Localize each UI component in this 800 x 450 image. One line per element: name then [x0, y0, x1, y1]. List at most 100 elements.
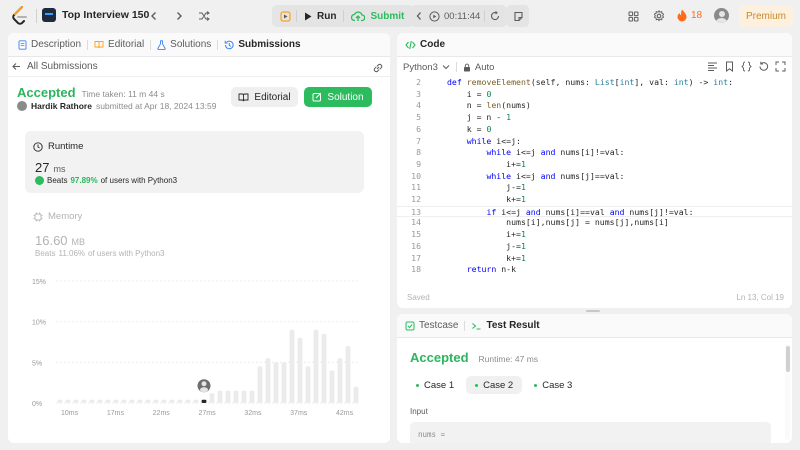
chart-bar[interactable] — [89, 399, 95, 403]
chart-bar[interactable] — [329, 370, 335, 403]
chart-bar[interactable] — [297, 337, 303, 403]
chart-bar[interactable] — [217, 390, 223, 403]
scrollbar-thumb[interactable] — [785, 346, 790, 372]
collapse-timer-icon[interactable] — [412, 5, 426, 27]
auto-mode-toggle[interactable]: Auto — [463, 62, 494, 73]
notes-icon[interactable] — [507, 5, 529, 27]
code-line[interactable]: 12 k+=1 — [397, 194, 792, 206]
code-line[interactable]: 4 n = len(nums) — [397, 100, 792, 112]
chart-bar[interactable] — [177, 399, 183, 403]
case-tab-1[interactable]: Case 1 — [407, 376, 463, 394]
line-number: 7 — [416, 135, 421, 146]
code-line[interactable]: 15 i+=1 — [397, 229, 792, 241]
debug-icon[interactable] — [274, 5, 296, 27]
all-submissions-link[interactable]: All Submissions — [12, 61, 98, 72]
tab-description[interactable]: Description — [14, 33, 85, 57]
tab-code[interactable]: Code — [401, 33, 449, 57]
code-line[interactable]: 10 while i<=j and nums[j]==val: — [397, 171, 792, 183]
leetcode-logo[interactable] — [11, 6, 31, 26]
streak-counter[interactable]: 18 — [677, 9, 702, 22]
code-line[interactable]: 16 j-=1 — [397, 241, 792, 253]
tab-submissions[interactable]: Submissions — [220, 33, 304, 57]
chart-bar[interactable] — [233, 390, 239, 403]
submit-button[interactable]: Submit — [344, 5, 411, 27]
layout-grid-icon[interactable] — [622, 5, 644, 27]
shuffle-icon[interactable] — [193, 5, 215, 27]
chart-bar[interactable] — [281, 362, 287, 403]
chart-bar[interactable] — [305, 366, 311, 403]
chart-bar[interactable] — [249, 390, 255, 403]
chart-bar[interactable] — [265, 358, 271, 403]
user-avatar[interactable] — [714, 8, 729, 23]
runtime-card[interactable]: Runtime 27 ms Beats 97.89% of users with… — [25, 131, 364, 193]
chart-bar[interactable] — [185, 399, 191, 403]
chart-bar[interactable] — [321, 333, 327, 403]
chart-bar[interactable] — [353, 386, 359, 403]
code-line[interactable]: 2 def removeElement(self, nums: List[int]… — [397, 77, 792, 89]
chart-bar[interactable] — [73, 399, 79, 403]
case-tab-3[interactable]: Case 3 — [525, 376, 581, 394]
code-line[interactable]: 9 i+=1 — [397, 159, 792, 171]
chart-bar[interactable] — [121, 399, 127, 403]
chart-bar[interactable] — [289, 329, 295, 403]
chart-bar[interactable] — [145, 399, 151, 403]
bookmark-icon[interactable] — [724, 61, 735, 75]
chart-bar[interactable] — [169, 399, 175, 403]
chart-bar[interactable] — [65, 399, 71, 403]
reset-code-icon[interactable] — [758, 61, 769, 75]
settings-gear-icon[interactable] — [648, 5, 670, 27]
prev-problem-icon[interactable] — [143, 5, 165, 27]
chart-bar[interactable] — [257, 366, 263, 403]
code-line[interactable]: 14 nums[i],nums[j] = nums[j],nums[i] — [397, 217, 792, 229]
code-line[interactable]: 11 j-=1 — [397, 182, 792, 194]
test-panel-scrollbar[interactable] — [785, 344, 790, 440]
chart-bar[interactable] — [81, 399, 87, 403]
solution-button[interactable]: Solution — [304, 87, 372, 107]
chart-bar[interactable] — [337, 358, 343, 403]
chart-bar[interactable] — [105, 399, 111, 403]
chart-bar[interactable] — [129, 399, 135, 403]
premium-button[interactable]: Premium — [739, 5, 793, 27]
chart-bar[interactable] — [345, 346, 351, 403]
study-plan-title[interactable]: Top Interview 150 — [42, 8, 149, 22]
code-line[interactable]: 18 return n-k — [397, 264, 792, 276]
tab-editorial[interactable]: Editorial — [90, 33, 148, 57]
chart-bar[interactable] — [241, 390, 247, 403]
code-editor[interactable]: 2 def removeElement(self, nums: List[int]… — [397, 77, 792, 277]
chart-bar[interactable] — [161, 399, 167, 403]
chart-bar[interactable] — [193, 399, 199, 403]
chart-bar[interactable] — [273, 362, 279, 403]
tab-test-result[interactable]: Test Result — [467, 314, 543, 338]
resize-handle[interactable] — [586, 310, 600, 312]
format-icon[interactable] — [707, 61, 718, 75]
chart-bar[interactable] — [225, 390, 231, 403]
code-line[interactable]: 3 i = 0 — [397, 89, 792, 101]
input-box[interactable]: nums = — [410, 422, 771, 443]
chart-bar[interactable] — [57, 399, 63, 403]
curly-braces-icon[interactable] — [741, 61, 752, 75]
run-button[interactable]: Run — [297, 5, 343, 27]
code-line[interactable]: 6 k = 0 — [397, 124, 792, 136]
chart-bar[interactable] — [313, 329, 319, 403]
language-select[interactable]: Python3 — [403, 62, 450, 73]
code-line[interactable]: 13 if i<=j and nums[i]==val and nums[j]!… — [397, 205, 792, 218]
case-tab-2[interactable]: Case 2 — [466, 376, 523, 394]
tab-testcase[interactable]: Testcase — [401, 314, 462, 338]
code-line[interactable]: 8 while i<=j and nums[i]!=val: — [397, 147, 792, 159]
editorial-button[interactable]: Editorial — [231, 87, 298, 107]
chart-bar[interactable] — [209, 393, 215, 403]
author-name[interactable]: Hardik Rathore — [31, 101, 92, 111]
code-line[interactable]: 17 k+=1 — [397, 253, 792, 265]
highlighted-bar[interactable] — [201, 399, 207, 403]
fullscreen-icon[interactable] — [775, 61, 786, 75]
reset-timer-icon[interactable] — [485, 5, 505, 27]
tab-solutions[interactable]: Solutions — [153, 33, 215, 57]
next-problem-icon[interactable] — [168, 5, 190, 27]
chart-bar[interactable] — [137, 399, 143, 403]
pause-timer-icon[interactable] — [426, 5, 442, 27]
code-line[interactable]: 7 while i<=j: — [397, 136, 792, 148]
chart-bar[interactable] — [153, 399, 159, 403]
code-line[interactable]: 5 j = n - 1 — [397, 112, 792, 124]
chart-bar[interactable] — [113, 399, 119, 403]
chart-bar[interactable] — [97, 399, 103, 403]
